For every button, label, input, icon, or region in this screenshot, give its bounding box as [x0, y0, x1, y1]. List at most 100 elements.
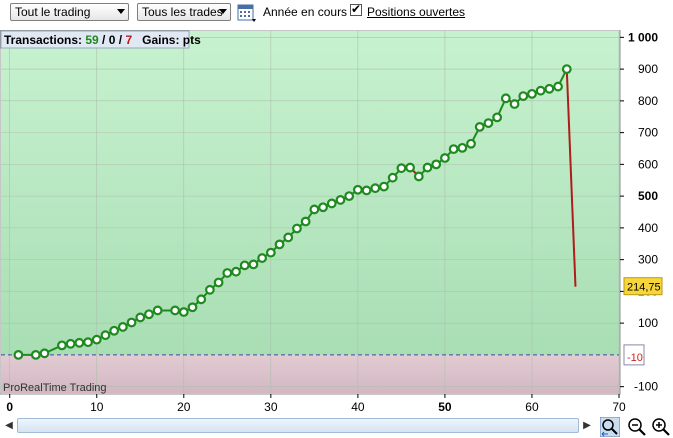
trade-point[interactable] [257, 253, 268, 263]
trade-point[interactable] [318, 202, 328, 213]
trade-point[interactable] [178, 307, 189, 317]
trade-point[interactable] [39, 348, 50, 359]
y-tick-label: 800 [638, 94, 658, 108]
x-tick-label: 10 [90, 400, 104, 414]
trade-point[interactable] [152, 305, 163, 316]
x-tick-label: 50 [438, 400, 452, 414]
open-positions-label[interactable]: Positions ouvertes [367, 5, 465, 19]
trade-point[interactable] [309, 204, 320, 215]
scope-select[interactable]: Tout le trading [10, 3, 129, 21]
trades-select-value: Tous les trades [142, 5, 223, 19]
x-tick-label: 70 [612, 400, 626, 414]
equity-chart[interactable]: 1 000900800700600500400300200100-100 010… [0, 30, 673, 416]
trade-point[interactable] [387, 172, 398, 183]
trade-point[interactable] [100, 330, 111, 341]
trade-point[interactable] [65, 338, 76, 349]
trade-point[interactable] [13, 349, 24, 360]
trade-point[interactable] [422, 162, 433, 173]
trade-point[interactable] [283, 232, 294, 243]
trade-point[interactable] [205, 284, 215, 295]
trade-point[interactable] [500, 93, 511, 104]
trade-point[interactable] [213, 277, 224, 288]
gains-label: Gains: pts [142, 33, 201, 47]
trade-point[interactable] [474, 121, 485, 132]
y-axis: 1 000900800700600500400300200100-100 [620, 30, 658, 394]
zero-badge: -10 [623, 344, 645, 366]
trade-point[interactable] [91, 334, 102, 345]
trade-point[interactable] [126, 317, 137, 328]
scroll-left-arrow-icon[interactable]: ◀ [2, 419, 16, 433]
trade-point[interactable] [117, 322, 128, 332]
trade-point[interactable] [518, 91, 529, 101]
trade-point[interactable] [274, 239, 285, 250]
trade-point[interactable] [222, 268, 233, 278]
trade-point[interactable] [135, 312, 146, 323]
calendar-icon[interactable] [237, 3, 257, 23]
y-tick-label: 1 000 [628, 30, 658, 44]
zero-badge-text: -10 [627, 352, 643, 364]
trade-point[interactable] [265, 247, 276, 258]
summary-prefix: Transactions: [4, 33, 85, 47]
separator: / [115, 33, 125, 47]
trade-point[interactable] [300, 216, 311, 227]
trade-point[interactable] [466, 138, 476, 149]
trade-point[interactable] [239, 260, 250, 271]
summary-box: Transactions: 59 / 0 / 7 Gains: pts [0, 30, 201, 49]
trade-point[interactable] [361, 185, 372, 196]
trade-point[interactable] [527, 88, 537, 99]
trade-point[interactable] [30, 349, 41, 360]
period-label[interactable]: Année en cours [263, 5, 347, 19]
horizontal-scrollbar[interactable]: ◀ ▶ [0, 416, 597, 436]
y-tick-label: 700 [638, 126, 658, 140]
trade-point[interactable] [196, 294, 207, 305]
trade-point[interactable] [370, 183, 381, 194]
trade-point[interactable] [457, 142, 468, 153]
trade-point[interactable] [396, 163, 407, 174]
trade-point[interactable] [413, 171, 424, 182]
positive-zone [1, 31, 619, 355]
trade-point[interactable] [83, 337, 93, 348]
x-tick-label: 30 [264, 400, 278, 414]
trade-point[interactable] [492, 112, 503, 123]
trade-point[interactable] [326, 198, 337, 209]
y-tick-label: 400 [638, 221, 658, 235]
trade-point[interactable] [57, 340, 67, 351]
trade-point[interactable] [344, 191, 355, 202]
open-positions-checkbox[interactable]: ✔ [350, 2, 362, 16]
y-tick-label: 600 [638, 157, 658, 171]
trade-point[interactable] [535, 85, 546, 96]
trade-point[interactable] [292, 223, 302, 234]
trade-point[interactable] [379, 181, 389, 192]
trade-point[interactable] [448, 144, 459, 155]
x-tick-label: 0 [6, 400, 13, 414]
last-value-text: 214,75 [627, 282, 661, 294]
trade-point[interactable] [335, 195, 346, 205]
zoom-in-icon[interactable] [651, 417, 671, 437]
trade-point[interactable] [553, 81, 563, 92]
y-tick-label: 300 [638, 253, 658, 267]
trade-point[interactable] [231, 266, 241, 277]
trade-point[interactable] [187, 302, 198, 313]
trade-point[interactable] [509, 99, 520, 109]
trade-point[interactable] [352, 184, 363, 195]
trade-point[interactable] [74, 337, 85, 348]
zoom-out-icon[interactable] [627, 417, 647, 437]
scroll-right-arrow-icon[interactable]: ▶ [580, 419, 594, 433]
trade-point[interactable] [405, 162, 415, 173]
y-tick-label: 900 [638, 62, 658, 76]
trade-point[interactable] [483, 118, 494, 128]
trade-point[interactable] [144, 309, 154, 320]
scrollbar-thumb[interactable] [17, 418, 579, 433]
trade-point[interactable] [561, 64, 572, 75]
zoom-fit-icon[interactable] [600, 417, 620, 437]
trade-point[interactable] [109, 325, 120, 336]
trade-point[interactable] [170, 305, 180, 316]
trade-point[interactable] [544, 83, 555, 94]
trade-point[interactable] [431, 159, 442, 170]
trade-point[interactable] [440, 153, 450, 163]
chevron-down-icon [219, 9, 227, 14]
toolbar: Tout le trading Tous les trades Année en… [0, 0, 673, 28]
trades-select[interactable]: Tous les trades [137, 3, 231, 21]
y-tick-label: -100 [634, 380, 658, 394]
trade-point[interactable] [248, 259, 259, 270]
